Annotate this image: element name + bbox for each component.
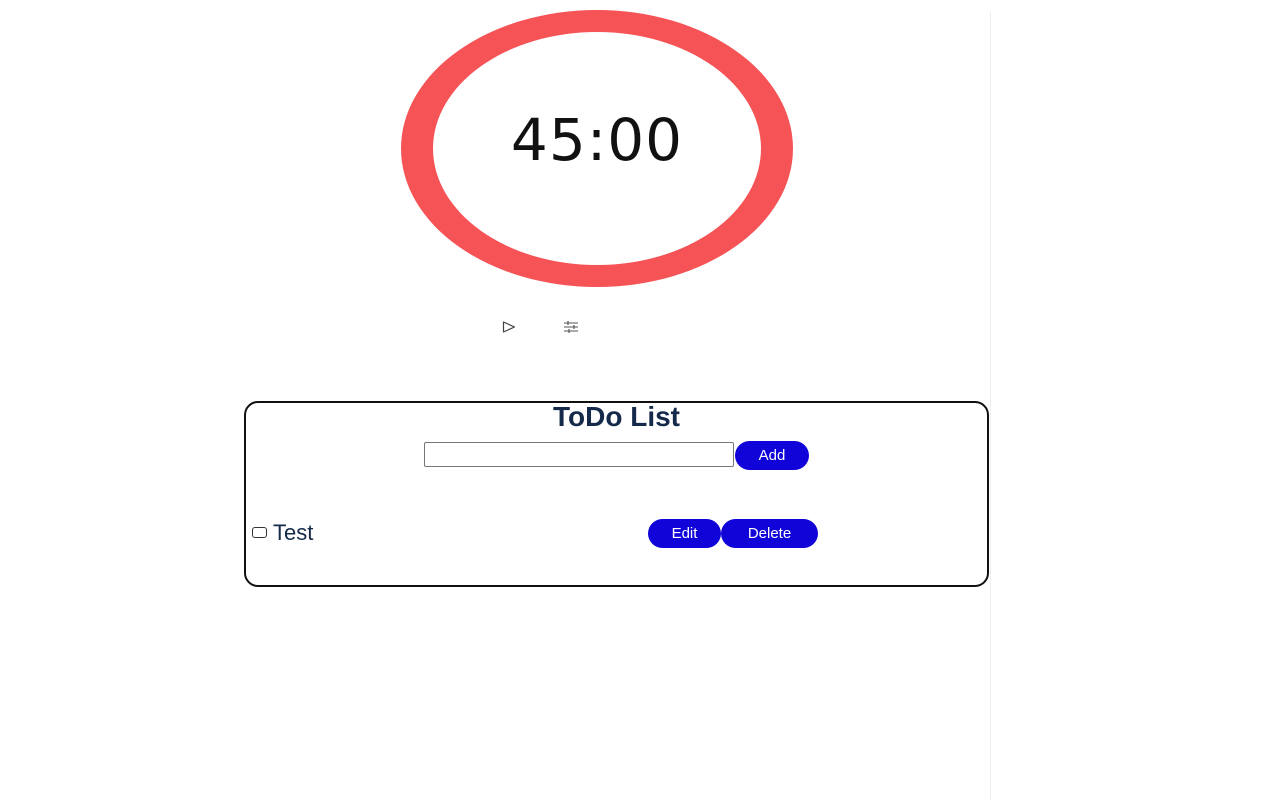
play-button[interactable] [498, 316, 520, 338]
sliders-icon [564, 321, 578, 333]
todo-title: ToDo List [552, 401, 680, 432]
todo-input[interactable] [424, 442, 734, 467]
delete-button[interactable]: Delete [721, 519, 818, 548]
todo-item-text: Test [273, 520, 314, 545]
right-panel-divider [990, 12, 991, 800]
edit-button[interactable]: Edit [648, 519, 721, 548]
add-button[interactable]: Add [735, 441, 809, 470]
pomodoro-page: 45:00 ToDo List Add Test Edit Delete [0, 0, 1280, 800]
todo-item-checkbox[interactable] [252, 527, 267, 538]
timer-settings-button[interactable] [560, 316, 582, 338]
play-icon [502, 321, 516, 333]
timer-display: 45:00 [510, 106, 684, 174]
